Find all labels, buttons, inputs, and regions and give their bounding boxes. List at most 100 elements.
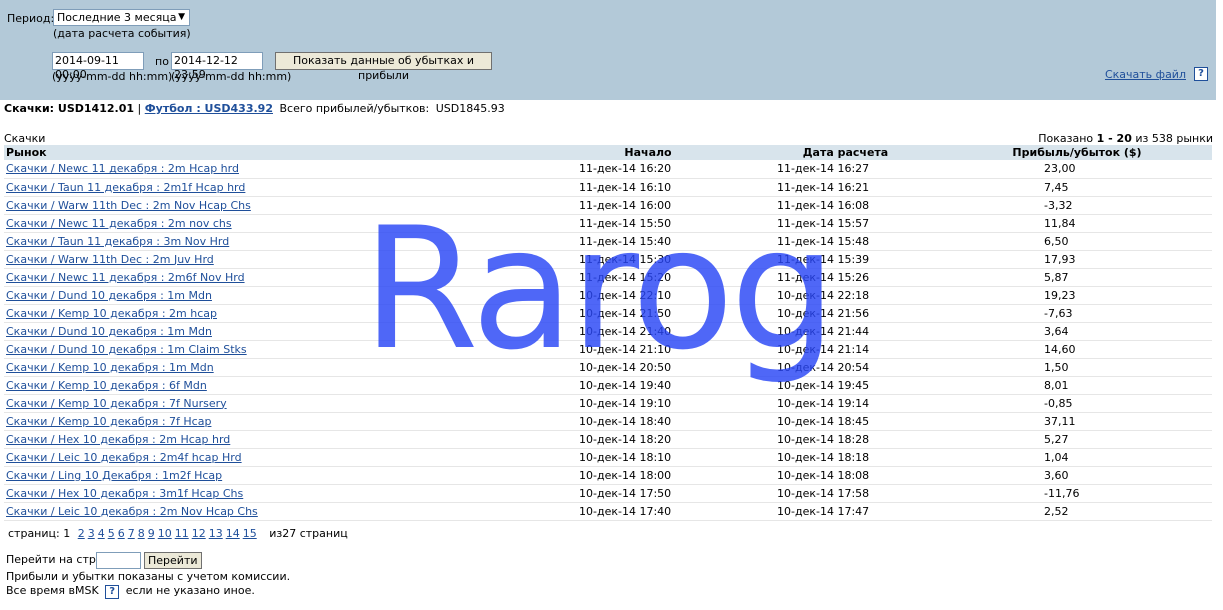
start-time: 10-дек-14 17:50 — [579, 486, 672, 500]
cell-pl: -7,63 — [944, 304, 1212, 323]
pagination-current: 1 — [63, 527, 71, 540]
table-header-row: Рынок Начало Дата расчета Прибыль/убыток… — [4, 145, 1212, 160]
period-select[interactable]: Последние 3 месяца ▼ — [53, 9, 190, 26]
pagination-pages: 2 3 4 5 6 7 8 9 10 11 12 13 14 15 — [78, 527, 260, 540]
col-header-settled: Дата расчета — [749, 145, 944, 160]
help-icon[interactable]: ? — [105, 585, 120, 599]
cell-pl: -11,76 — [944, 484, 1212, 503]
page-link[interactable]: 14 — [226, 527, 240, 540]
page-link[interactable]: 15 — [243, 527, 257, 540]
market-link[interactable]: Скачки / Newc 11 декабря : 2m nov chs — [6, 217, 232, 230]
cell-market: Скачки / Ling 10 Декабря : 1m2f Hcap — [4, 466, 549, 485]
date-from-input[interactable]: 2014-09-11 00:00 — [52, 52, 144, 81]
profit-loss: 5,27 — [1044, 432, 1069, 446]
cell-pl: 3,60 — [944, 466, 1212, 485]
download-file-link[interactable]: Скачать файл — [1105, 68, 1186, 81]
profit-loss: 3,60 — [1044, 468, 1069, 482]
settled-time: 10-дек-14 18:45 — [777, 414, 870, 428]
market-link[interactable]: Скачки / Newc 11 декабря : 2m6f Nov Hrd — [6, 271, 245, 284]
page-link[interactable]: 4 — [98, 527, 105, 540]
market-link[interactable]: Скачки / Taun 11 декабря : 3m Nov Hrd — [6, 235, 229, 248]
market-link[interactable]: Скачки / Kemp 10 декабря : 2m hcap — [6, 307, 217, 320]
market-link[interactable]: Скачки / Leic 10 декабря : 2m Nov Hcap C… — [6, 505, 258, 518]
goto-button[interactable]: Перейти — [144, 552, 202, 569]
pagination-label: страниц: — [8, 527, 60, 540]
profit-loss: 14,60 — [1044, 342, 1076, 356]
market-link[interactable]: Скачки / Warw 11th Dec : 2m Juv Hrd — [6, 253, 214, 266]
cell-settled: 10-дек-14 19:14 — [749, 394, 944, 413]
cell-market: Скачки / Newc 11 декабря : 2m Hcap hrd — [4, 160, 549, 179]
settled-time: 10-дек-14 19:14 — [777, 396, 870, 410]
profit-loss: -3,32 — [1044, 198, 1073, 212]
page-link[interactable]: 8 — [138, 527, 145, 540]
page-link[interactable]: 9 — [148, 527, 155, 540]
page-link[interactable]: 10 — [158, 527, 172, 540]
cell-pl: 23,00 — [944, 160, 1212, 179]
cell-pl: 5,87 — [944, 268, 1212, 287]
shown-count: Показано 1 - 20 из 538 рынки — [1038, 132, 1213, 145]
pagination-total: из27 страниц — [269, 527, 348, 540]
help-icon[interactable]: ? — [1194, 67, 1208, 81]
cell-market: Скачки / Hex 10 декабря : 2m Hcap hrd — [4, 430, 549, 449]
market-link[interactable]: Скачки / Warw 11th Dec : 2m Nov Hcap Chs — [6, 199, 251, 212]
goto-label: Перейти на стр.: — [6, 553, 104, 566]
page-link[interactable]: 6 — [118, 527, 125, 540]
cell-pl: 17,93 — [944, 250, 1212, 269]
profit-loss: 8,01 — [1044, 378, 1069, 392]
cell-market: Скачки / Leic 10 декабря : 2m Nov Hcap C… — [4, 502, 549, 521]
market-link[interactable]: Скачки / Dund 10 декабря : 1m Claim Stks — [6, 343, 247, 356]
market-link[interactable]: Скачки / Kemp 10 декабря : 1m Mdn — [6, 361, 214, 374]
market-link[interactable]: Скачки / Hex 10 декабря : 3m1f Hcap Chs — [6, 487, 243, 500]
football-total-link[interactable]: Футбол : USD433.92 — [145, 102, 273, 115]
cell-pl: 11,84 — [944, 214, 1212, 233]
page-link[interactable]: 13 — [209, 527, 223, 540]
market-link[interactable]: Скачки / Ling 10 Декабря : 1m2f Hcap — [6, 469, 222, 482]
table-row: Скачки / Hex 10 декабря : 3m1f Hcap Chs 1… — [4, 484, 1212, 503]
market-link[interactable]: Скачки / Leic 10 декабря : 2m4f hcap Hrd — [6, 451, 242, 464]
cell-pl: 19,23 — [944, 286, 1212, 305]
page-link[interactable]: 12 — [192, 527, 206, 540]
cell-market: Скачки / Kemp 10 декабря : 7f Nursery — [4, 394, 549, 413]
show-pl-button[interactable]: Показать данные об убытках и прибыли — [275, 52, 492, 82]
market-link[interactable]: Скачки / Taun 11 декабря : 2m1f Hcap hrd — [6, 181, 245, 194]
market-link[interactable]: Скачки / Kemp 10 декабря : 6f Mdn — [6, 379, 207, 392]
market-link[interactable]: Скачки / Kemp 10 декабря : 7f Hcap — [6, 415, 211, 428]
cell-start: 10-дек-14 19:10 — [549, 394, 749, 413]
to-label: по — [155, 55, 169, 68]
cell-pl: 37,11 — [944, 412, 1212, 431]
profit-loss: 7,45 — [1044, 180, 1069, 194]
date-to-input[interactable]: 2014-12-12 23:59 — [171, 52, 263, 81]
market-link[interactable]: Скачки / Kemp 10 декабря : 7f Nursery — [6, 397, 227, 410]
market-link[interactable]: Скачки / Dund 10 декабря : 1m Mdn — [6, 325, 212, 338]
settled-time: 10-дек-14 18:08 — [777, 468, 870, 482]
profit-loss: 37,11 — [1044, 414, 1076, 428]
profit-loss: 23,00 — [1044, 162, 1076, 176]
market-link[interactable]: Скачки / Hex 10 декабря : 2m Hcap hrd — [6, 433, 230, 446]
cell-start: 11-дек-14 16:20 — [549, 160, 749, 179]
shown-prefix: Показано — [1038, 132, 1094, 145]
goto-page-input[interactable] — [96, 552, 141, 569]
timezone-note: Все время вMSK ? если не указано иное. — [6, 584, 255, 599]
start-time: 11-дек-14 16:20 — [579, 162, 672, 176]
col-header-pl: Прибыль/убыток ($) — [944, 145, 1212, 160]
market-link[interactable]: Скачки / Dund 10 декабря : 1m Mdn — [6, 289, 212, 302]
page-link[interactable]: 2 — [78, 527, 85, 540]
market-link[interactable]: Скачки / Newc 11 декабря : 2m Hcap hrd — [6, 162, 239, 175]
profit-loss: -11,76 — [1044, 486, 1080, 500]
page-link[interactable]: 11 — [175, 527, 189, 540]
cell-pl: 1,04 — [944, 448, 1212, 467]
cell-start: 10-дек-14 18:00 — [549, 466, 749, 485]
cell-pl: 1,50 — [944, 358, 1212, 377]
cell-pl: 7,45 — [944, 178, 1212, 197]
racing-total[interactable]: Скачки: USD1412.01 — [4, 102, 134, 115]
table-row: Скачки / Leic 10 декабря : 2m Nov Hcap C… — [4, 502, 1212, 521]
page-link[interactable]: 7 — [128, 527, 135, 540]
section-title: Скачки — [4, 132, 46, 145]
page-link[interactable]: 3 — [88, 527, 95, 540]
profit-loss: 1,04 — [1044, 450, 1069, 464]
page-link[interactable]: 5 — [108, 527, 115, 540]
cell-settled: 10-дек-14 18:08 — [749, 466, 944, 485]
cell-market: Скачки / Hex 10 декабря : 3m1f Hcap Chs — [4, 484, 549, 503]
cell-market: Скачки / Leic 10 декабря : 2m4f hcap Hrd — [4, 448, 549, 467]
timezone-suffix: если не указано иное. — [125, 584, 255, 597]
